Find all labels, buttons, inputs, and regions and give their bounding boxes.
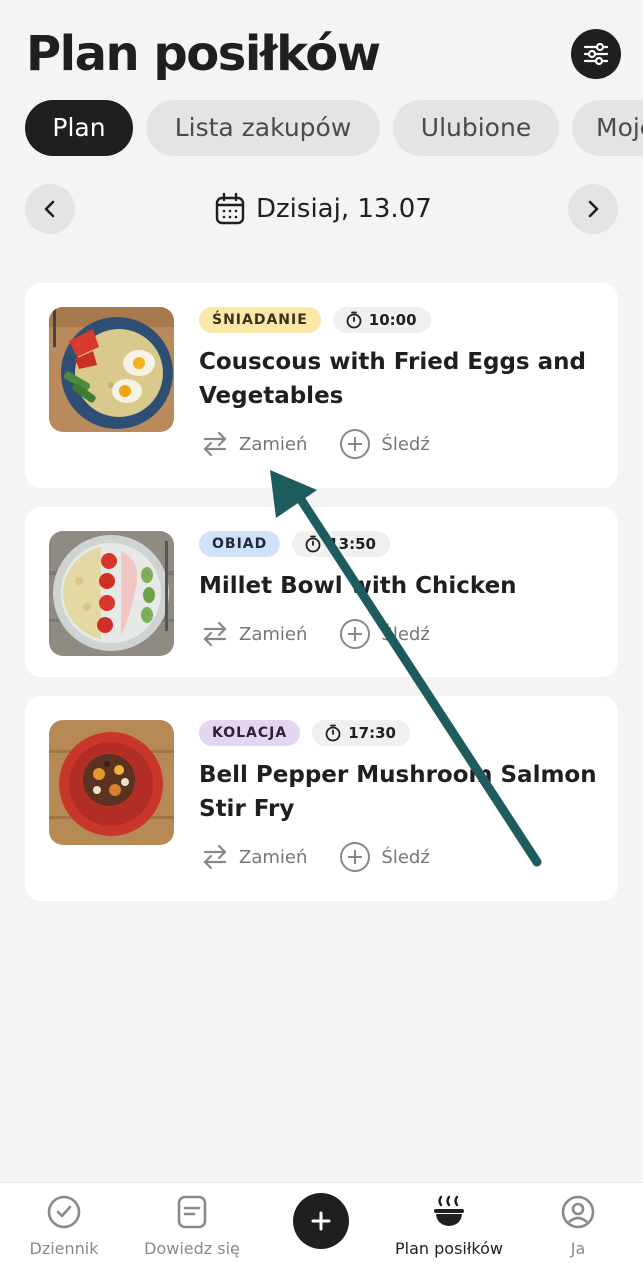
- swap-icon: [203, 621, 227, 647]
- meal-photo: [49, 307, 174, 432]
- calendar-icon: [215, 192, 245, 225]
- plus-circle-icon: [340, 619, 371, 649]
- nav-journal[interactable]: Dziennik: [0, 1183, 128, 1280]
- meal-time: 17:30: [312, 720, 410, 746]
- swap-button[interactable]: Zamień: [201, 843, 307, 871]
- track-label: Śledź: [381, 846, 430, 868]
- meal-time-label: 10:00: [368, 311, 417, 329]
- stopwatch-icon: [346, 311, 362, 329]
- swap-label: Zamień: [239, 623, 308, 645]
- plus-circle-icon: [340, 429, 371, 459]
- swap-label: Zamień: [239, 846, 308, 868]
- plus-circle-icon: [340, 842, 371, 872]
- article-icon: [177, 1195, 207, 1229]
- stopwatch-icon: [305, 535, 321, 553]
- sliders-icon: [583, 42, 609, 66]
- user-circle-icon: [561, 1195, 595, 1229]
- date-navigation: Dzisiaj, 13.07: [0, 184, 643, 234]
- stopwatch-icon: [325, 724, 341, 742]
- meal-actions: Zamień Śledź: [201, 840, 430, 874]
- check-circle-icon: [47, 1195, 81, 1229]
- tab-shopping-list[interactable]: Lista zakupów: [146, 100, 380, 156]
- meal-title: Couscous with Fried Eggs and Vegetables: [199, 349, 586, 409]
- nav-label: Dziennik: [29, 1239, 99, 1258]
- meal-time-label: 13:50: [328, 535, 376, 553]
- bottom-navigation: Dziennik Dowiedz się Plan posiłków Ja: [0, 1182, 643, 1280]
- add-button[interactable]: [293, 1193, 349, 1249]
- nav-meal-plan[interactable]: Plan posiłków: [385, 1183, 513, 1280]
- nav-learn[interactable]: Dowiedz się: [128, 1183, 256, 1280]
- tab-mine[interactable]: Moje: [572, 100, 643, 156]
- meal-title: Bell Pepper Mushroom Salmon Stir Fry: [199, 762, 597, 822]
- meal-time: 13:50: [292, 531, 390, 557]
- track-button[interactable]: Śledź: [339, 841, 430, 873]
- meal-photo: [49, 531, 174, 656]
- tab-favorites[interactable]: Ulubione: [393, 100, 559, 156]
- meal-card-dinner[interactable]: KOLACJA 17:30 Bell Pepper Mushroom Salmo…: [25, 696, 618, 901]
- meal-meta: KOLACJA 17:30: [199, 720, 410, 746]
- meal-bowl-icon: [434, 1195, 464, 1226]
- nav-label: Dowiedz się: [144, 1239, 240, 1258]
- chevron-left-icon: [44, 200, 55, 218]
- meal-card-lunch[interactable]: OBIAD 13:50 Millet Bowl with Chicken Zam…: [25, 507, 618, 677]
- nav-label: Ja: [570, 1239, 586, 1258]
- date-display[interactable]: Dzisiaj, 13.07: [214, 184, 432, 234]
- header: Plan posiłków: [0, 0, 643, 90]
- meal-time-label: 17:30: [348, 724, 396, 742]
- meal-type-badge: OBIAD: [199, 531, 281, 557]
- tab-plan[interactable]: Plan: [25, 100, 133, 156]
- swap-label: Zamień: [239, 433, 308, 455]
- page-title: Plan posiłków: [26, 26, 381, 82]
- plus-icon: [311, 1211, 331, 1231]
- tab-bar: Plan Lista zakupów Ulubione Moje: [0, 100, 643, 156]
- meal-type-badge: ŚNIADANIE: [199, 307, 321, 333]
- track-label: Śledź: [381, 433, 430, 455]
- track-button[interactable]: Śledź: [339, 618, 430, 650]
- chevron-right-icon: [588, 200, 599, 218]
- nav-label: Plan posiłków: [395, 1239, 503, 1258]
- meal-meta: ŚNIADANIE 10:00: [199, 307, 431, 333]
- nav-profile[interactable]: Ja: [514, 1183, 642, 1280]
- meal-type-badge: KOLACJA: [199, 720, 301, 746]
- meal-card-breakfast[interactable]: ŚNIADANIE 10:00 Couscous with Fried Eggs…: [25, 283, 618, 488]
- swap-button[interactable]: Zamień: [201, 620, 307, 648]
- meal-title: Millet Bowl with Chicken: [199, 573, 517, 599]
- swap-icon: [203, 431, 227, 457]
- filter-button[interactable]: [571, 29, 621, 79]
- meal-actions: Zamień Śledź: [201, 617, 430, 651]
- swap-icon: [203, 844, 227, 870]
- next-day-button[interactable]: [568, 184, 618, 234]
- track-label: Śledź: [381, 623, 430, 645]
- meal-time: 10:00: [332, 307, 431, 333]
- meal-photo: [49, 720, 174, 845]
- swap-button[interactable]: Zamień: [201, 430, 307, 458]
- meal-actions: Zamień Śledź: [201, 427, 430, 461]
- meal-meta: OBIAD 13:50: [199, 531, 390, 557]
- track-button[interactable]: Śledź: [339, 428, 430, 460]
- date-label: Dzisiaj, 13.07: [256, 194, 432, 224]
- prev-day-button[interactable]: [25, 184, 75, 234]
